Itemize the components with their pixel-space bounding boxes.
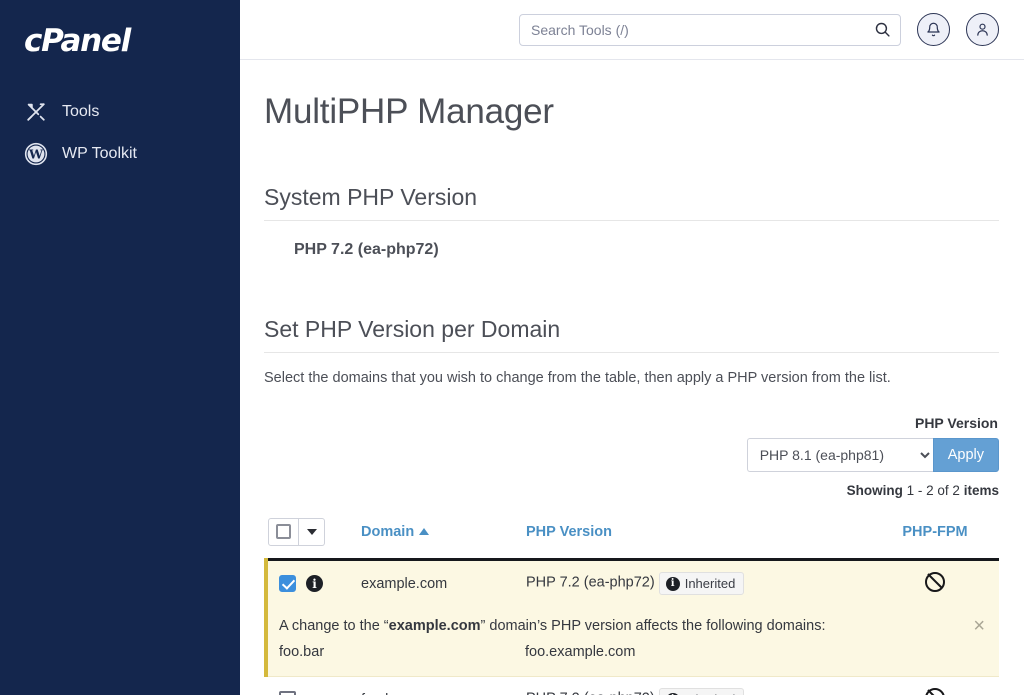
row-checkbox-checked[interactable] <box>279 575 296 593</box>
badge-info-icon: i <box>665 576 680 591</box>
sidebar-item-tools[interactable]: Tools <box>0 91 240 133</box>
notice-message: A change to the “example.com” domain’s P… <box>279 618 985 634</box>
sidebar-item-wp-toolkit[interactable]: W WP Toolkit <box>0 133 240 175</box>
apply-controls: PHP Version PHP 8.1 (ea-php81) Apply Sho… <box>264 415 999 498</box>
sidebar: cPanel Tools W WP Toolkit <box>0 0 240 695</box>
row-php-fpm-cell <box>871 559 999 607</box>
set-php-version-heading: Set PHP Version per Domain <box>264 316 999 353</box>
close-notice-button[interactable]: × <box>969 616 989 636</box>
inherited-badge[interactable]: iInherited <box>658 688 745 695</box>
search-input[interactable] <box>519 13 901 46</box>
search-container <box>519 13 901 46</box>
page-title: MultiPHP Manager <box>264 92 554 131</box>
affected-domains-notice: A change to the “example.com” domain’s P… <box>264 606 999 677</box>
row-info-icon[interactable]: i <box>306 575 323 593</box>
row-select-group: i <box>279 575 361 593</box>
sidebar-item-label: Tools <box>62 103 100 120</box>
row-php-version: PHP 7.2 (ea-php72) <box>526 691 655 695</box>
user-account-icon[interactable] <box>966 13 999 46</box>
notice-text-before: A change to the “ <box>279 617 389 634</box>
domain-sort-link[interactable]: Domain <box>361 524 414 540</box>
row-domain: foo.bar <box>361 676 526 695</box>
system-php-version-heading: System PHP Version <box>264 184 999 221</box>
inherited-badge[interactable]: i Inherited <box>658 572 745 596</box>
showing-count: Showing 1 - 2 of 2 items <box>847 483 999 498</box>
affected-domain-item: foo.example.com <box>525 643 636 660</box>
prohibited-icon <box>925 687 945 695</box>
php-fpm-column-header[interactable]: PHP-FPM <box>871 509 999 561</box>
row-domain: example.com <box>361 559 526 607</box>
checkbox-unchecked-icon <box>276 524 291 540</box>
row-php-version-cell: PHP 7.2 (ea-php72)iInherited <box>526 676 871 695</box>
prohibited-icon <box>925 571 945 592</box>
top-bar <box>240 0 1024 60</box>
row-select-group <box>279 691 361 695</box>
showing-prefix: Showing <box>846 482 903 498</box>
system-php-version-value: PHP 7.2 (ea-php72) <box>294 240 439 258</box>
affected-domains-notice-row: A change to the “example.com” domain’s P… <box>264 606 999 677</box>
table-row[interactable]: foo.bar PHP 7.2 (ea-php72)iInherited <box>266 676 999 695</box>
row-select-cell <box>266 676 361 695</box>
sort-ascending-icon <box>419 527 430 535</box>
table-row[interactable]: i example.com PHP 7.2 (ea-php72) i Inherit… <box>264 559 999 607</box>
php-version-label: PHP Version <box>914 414 998 431</box>
row-php-version: PHP 7.2 (ea-php72) <box>526 574 655 591</box>
app-root: cPanel Tools W WP Toolkit Search Tools (… <box>0 0 1024 695</box>
php-version-select[interactable]: PHP 8.1 (ea-php81) <box>746 437 933 472</box>
main-area: MultiPHP Manager System PHP Version PHP … <box>240 0 1024 695</box>
select-all-checkbox[interactable] <box>268 517 299 546</box>
row-checkbox-unchecked[interactable] <box>279 691 296 695</box>
domain-column-header: Domain <box>361 509 526 561</box>
select-all-dropdown-button[interactable] <box>299 517 325 546</box>
search-icon[interactable] <box>869 14 895 46</box>
row-select-cell: i <box>264 559 361 607</box>
tools-icon <box>24 100 48 124</box>
showing-range: 1 - 2 of 2 <box>906 482 960 498</box>
wordpress-icon: W <box>24 142 48 166</box>
apply-row: PHP 8.1 (ea-php81) Apply <box>746 437 999 472</box>
row-php-version-cell: PHP 7.2 (ea-php72) i Inherited <box>526 559 871 607</box>
table-header-row: Domain PHP Version PHP-FPM <box>266 509 999 561</box>
section-description: Select the domains that you wish to chan… <box>264 369 891 386</box>
table-body: i example.com PHP 7.2 (ea-php72) i Inherit… <box>264 559 999 695</box>
row-php-fpm-cell <box>871 676 999 695</box>
select-all-header <box>266 509 361 561</box>
affected-domain-item: foo.bar <box>279 643 325 660</box>
showing-suffix: items <box>963 482 999 498</box>
sidebar-nav: Tools W WP Toolkit <box>0 91 240 175</box>
notice-text-after: ” domain’s PHP version affects the follo… <box>480 617 826 634</box>
cpanel-logo[interactable]: cPanel <box>24 26 240 57</box>
page-content: MultiPHP Manager System PHP Version PHP … <box>240 60 1024 695</box>
apply-button[interactable]: Apply <box>932 437 999 472</box>
table-head: Domain PHP Version PHP-FPM <box>266 509 999 561</box>
php-version-column-header[interactable]: PHP Version <box>526 509 871 561</box>
select-all-group <box>268 517 325 546</box>
badge-label: Inherited <box>684 576 736 592</box>
notifications-bell-icon[interactable] <box>917 13 950 46</box>
sidebar-item-label: WP Toolkit <box>62 145 137 162</box>
svg-text:W: W <box>28 147 44 162</box>
affected-domains-list: foo.bar foo.example.com <box>279 644 985 660</box>
notice-domain: example.com <box>388 617 481 634</box>
domains-table: Domain PHP Version PHP-FPM i example.com… <box>264 509 999 695</box>
chevron-down-icon <box>306 528 317 535</box>
